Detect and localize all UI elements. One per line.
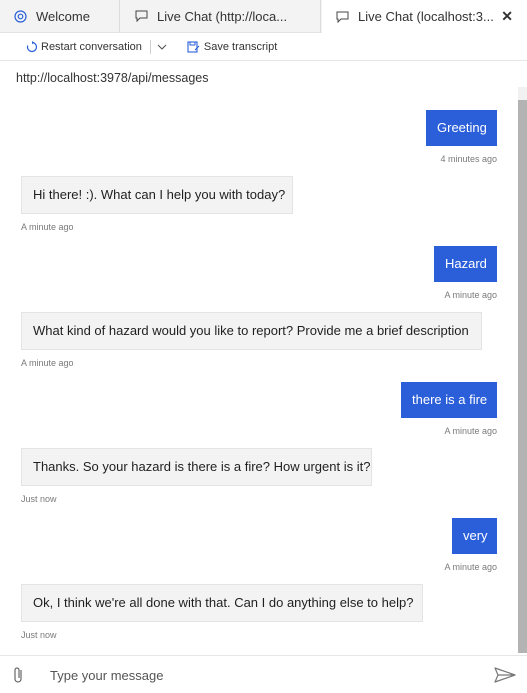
message-input[interactable]: [50, 665, 470, 685]
endpoint-url: http://localhost:3978/api/messages: [16, 71, 209, 85]
user-message-bubble[interactable]: Hazard: [434, 246, 497, 282]
chevron-down-icon: [157, 44, 167, 50]
chat-icon: [133, 10, 149, 22]
tab-welcome[interactable]: Welcome: [0, 0, 120, 32]
toolbar-divider: [149, 39, 151, 54]
chat-icon: [334, 11, 350, 23]
user-message-bubble[interactable]: there is a fire: [401, 382, 497, 418]
restart-label: Restart conversation: [41, 40, 142, 53]
close-tab-icon[interactable]: ✕: [501, 8, 513, 25]
tab-bar: Welcome Live Chat (http://loca... Live C…: [0, 0, 527, 33]
scrollbar-thumb[interactable]: [518, 100, 527, 653]
bot-message-bubble[interactable]: Thanks. So your hazard is there is a fir…: [21, 448, 372, 486]
tab-label: Live Chat (http://loca...: [157, 8, 288, 24]
message-composer: [0, 655, 527, 693]
message-timestamp: Just now: [21, 630, 57, 640]
user-message-bubble[interactable]: very: [452, 518, 497, 554]
toolbar: Restart conversation Save transcript: [0, 33, 527, 61]
message-timestamp: A minute ago: [21, 222, 74, 232]
message-timestamp: Just now: [21, 494, 57, 504]
send-icon[interactable]: [494, 667, 516, 688]
attachment-icon[interactable]: [12, 666, 26, 689]
save-label: Save transcript: [203, 40, 278, 53]
restart-options-dropdown[interactable]: [157, 44, 167, 50]
save-icon: [187, 40, 200, 53]
message-timestamp: 4 minutes ago: [440, 154, 497, 164]
message-timestamp: A minute ago: [21, 358, 74, 368]
restart-icon: [26, 40, 38, 52]
emulator-icon: [12, 9, 28, 23]
bot-message-bubble[interactable]: Hi there! :). What can I help you with t…: [21, 176, 293, 214]
tab-live-chat-1[interactable]: Live Chat (http://loca...: [121, 0, 321, 32]
save-transcript-button[interactable]: Save transcript: [187, 41, 277, 53]
message-timestamp: A minute ago: [444, 426, 497, 436]
restart-conversation-button[interactable]: Restart conversation: [26, 40, 142, 53]
user-message-bubble[interactable]: Greeting: [426, 110, 497, 146]
bot-message-bubble[interactable]: Ok, I think we're all done with that. Ca…: [21, 584, 423, 622]
tab-label: Live Chat (localhost:3...: [358, 9, 494, 24]
tab-label: Welcome: [36, 8, 90, 24]
message-timestamp: A minute ago: [444, 562, 497, 572]
message-timestamp: A minute ago: [444, 290, 497, 300]
tab-live-chat-2[interactable]: Live Chat (localhost:3... ✕: [322, 0, 527, 33]
bot-message-bubble[interactable]: What kind of hazard would you like to re…: [21, 312, 482, 350]
